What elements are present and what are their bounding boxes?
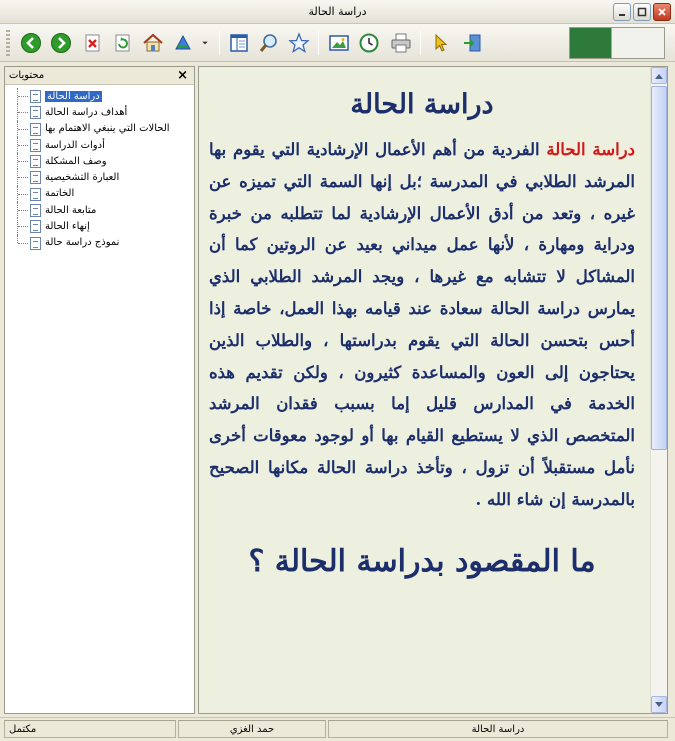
stop-icon xyxy=(85,34,100,52)
status-author: حمد الغزي xyxy=(178,720,326,738)
refresh-icon xyxy=(115,34,130,52)
tree-item-label: العبارة التشخيصية xyxy=(45,172,120,184)
status-author-text: حمد الغزي xyxy=(229,723,275,735)
scroll-thumb[interactable] xyxy=(651,86,667,450)
sidebar-close-button[interactable]: × xyxy=(177,68,188,83)
page-title: دراسة الحالة xyxy=(350,89,494,120)
printer-icon xyxy=(391,33,411,53)
scroll-up-icon xyxy=(655,73,663,79)
document-icon xyxy=(30,122,41,136)
clock-icon xyxy=(359,33,379,53)
tree-item-template[interactable]: نموذج دراسة حالة xyxy=(5,234,194,251)
document-icon xyxy=(30,220,41,234)
search-button[interactable] xyxy=(256,30,282,56)
sync-icon xyxy=(175,34,191,50)
toolbar-grip[interactable] xyxy=(6,30,10,56)
select-button[interactable] xyxy=(428,30,454,56)
maximize-icon xyxy=(637,7,647,17)
exit-icon xyxy=(464,34,481,52)
tree-item-case-study[interactable]: دراسة الحالة xyxy=(5,88,194,105)
sync-dropdown-button[interactable] xyxy=(198,30,212,56)
tree-item-label: وصف المشكلة xyxy=(45,155,107,167)
minimize-button[interactable] xyxy=(613,3,631,21)
home-button[interactable] xyxy=(140,30,166,56)
scroll-up-button[interactable] xyxy=(651,67,667,84)
tree-item-cases[interactable]: الحالات التي ينبغي الاهتمام بها xyxy=(5,120,194,137)
document-icon xyxy=(30,236,41,250)
forward-button[interactable] xyxy=(48,30,74,56)
tree-item-followup[interactable]: متابعة الحالة xyxy=(5,202,194,219)
tree-item-label: الخاتمة xyxy=(45,188,75,200)
tree-item-tools[interactable]: أدوات الدراسة xyxy=(5,136,194,154)
document-icon xyxy=(30,138,41,152)
document-icon xyxy=(30,171,41,185)
tree-item-label: أهداف دراسة الحالة xyxy=(45,106,128,118)
document-icon xyxy=(30,204,41,218)
scroll-down-button[interactable] xyxy=(651,696,667,713)
star-icon xyxy=(288,32,310,53)
tree-item-label: متابعة الحالة xyxy=(45,204,97,216)
pointer-icon xyxy=(435,33,448,52)
close-icon xyxy=(658,8,666,16)
status-state: مكتمل xyxy=(4,720,176,738)
refresh-button[interactable] xyxy=(110,30,136,56)
status-bar: مكتمل حمد الغزي دراسة الحالة xyxy=(0,717,675,741)
back-button[interactable] xyxy=(18,30,44,56)
favorites-button[interactable] xyxy=(286,30,312,56)
highlighted-term: دراسة الحالة xyxy=(546,140,635,159)
tree-item-closing[interactable]: إنهاء الحالة xyxy=(5,218,194,235)
search-icon xyxy=(259,34,277,52)
contents-sidebar: محتويات × دراسة الحالة أهداف دراسة الحال… xyxy=(4,66,195,714)
article-paragraph: دراسة الحالة الفردية من أهم الأعمال الإر… xyxy=(209,134,635,516)
close-button[interactable] xyxy=(653,3,671,21)
contents-tree: دراسة الحالة أهداف دراسة الحالة الحالات … xyxy=(5,85,194,251)
window-title: دراسة الحالة xyxy=(308,5,367,18)
document-icon xyxy=(30,187,41,201)
forward-arrow-icon xyxy=(51,33,71,53)
status-page-text: دراسة الحالة xyxy=(471,723,525,735)
document-icon xyxy=(30,155,41,169)
back-arrow-icon xyxy=(21,33,41,53)
tree-item-label: دراسة الحالة xyxy=(45,90,102,102)
tree-item-diagnosis[interactable]: العبارة التشخيصية xyxy=(5,169,194,186)
status-state-text: مكتمل xyxy=(9,723,37,735)
tree-item-conclusion[interactable]: الخاتمة xyxy=(5,185,194,203)
toolbar xyxy=(0,24,675,62)
vertical-scrollbar[interactable] xyxy=(650,67,667,713)
tree-item-problem[interactable]: وصف المشكلة xyxy=(5,153,194,170)
status-page: دراسة الحالة xyxy=(328,720,668,738)
home-icon xyxy=(143,33,163,52)
picture-icon xyxy=(329,35,349,51)
paragraph-text: الفردية من أهم الأعمال الإرشادية التي يق… xyxy=(209,140,635,509)
sidebar-header: محتويات × xyxy=(5,67,194,85)
sidebar-title: محتويات xyxy=(9,70,45,81)
exit-button[interactable] xyxy=(460,30,486,56)
scroll-down-icon xyxy=(655,701,663,707)
tree-item-label: إنهاء الحالة xyxy=(45,221,90,233)
document-icon xyxy=(30,90,41,103)
chevron-down-icon xyxy=(202,41,208,45)
article: دراسة الحالة دراسة الحالة الفردية من أهم… xyxy=(199,67,649,713)
tree-item-label: الحالات التي ينبغي الاهتمام بها xyxy=(45,123,170,135)
contents-pane-icon xyxy=(230,34,248,52)
section-heading: ما المقصود بدراسة الحالة ؟ xyxy=(248,543,596,579)
tree-item-label: نموذج دراسة حالة xyxy=(45,237,120,249)
sync-button[interactable] xyxy=(170,30,196,56)
tree-item-label: أدوات الدراسة xyxy=(45,139,105,151)
contents-button[interactable] xyxy=(226,30,252,56)
print-button[interactable] xyxy=(388,30,414,56)
tree-item-goals[interactable]: أهداف دراسة الحالة xyxy=(5,104,194,121)
maximize-button[interactable] xyxy=(633,3,651,21)
flag-logo xyxy=(569,27,665,59)
options-button[interactable] xyxy=(326,30,352,56)
history-button[interactable] xyxy=(356,30,382,56)
content-pane[interactable]: دراسة الحالة دراسة الحالة الفردية من أهم… xyxy=(198,66,668,714)
minimize-icon xyxy=(619,14,625,16)
document-icon xyxy=(30,106,41,120)
stop-button[interactable] xyxy=(80,30,106,56)
title-bar: دراسة الحالة xyxy=(0,0,675,24)
